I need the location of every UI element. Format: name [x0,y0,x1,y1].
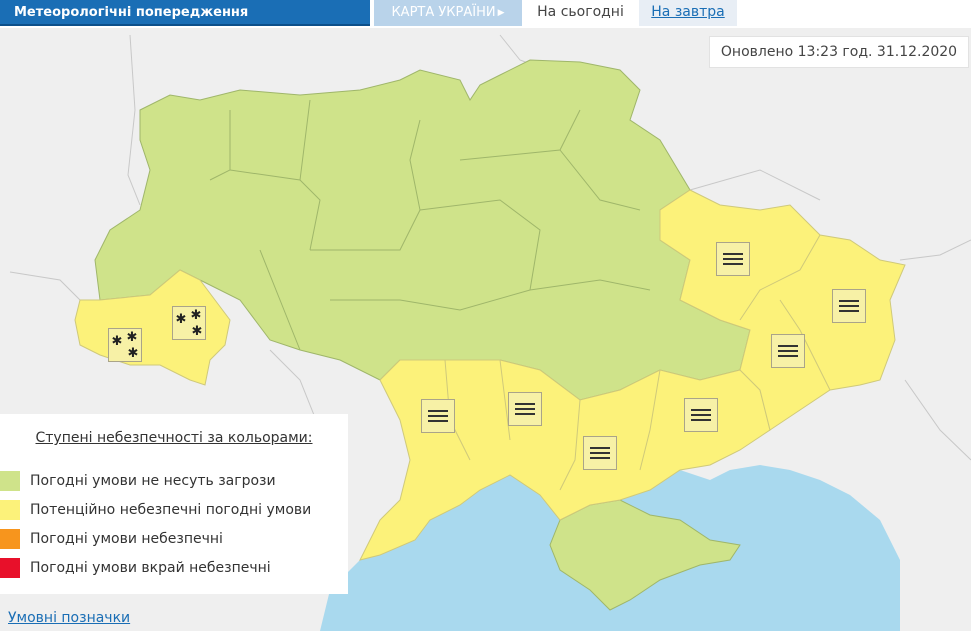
fog-warning-marker-mykolaiv[interactable] [508,392,542,426]
svg-text:✱: ✱ [112,334,123,349]
legend-panel: Ступені небезпечності за кольорами: Пого… [0,414,348,594]
fog-icon [839,300,859,312]
fog-icon [590,447,610,459]
tab-tomorrow[interactable]: На завтра [639,0,737,26]
fog-warning-marker-luhansk[interactable] [832,289,866,323]
fog-warning-marker-zaporizhzhia[interactable] [684,398,718,432]
legend-label: Погодні умови вкрай небезпечні [30,560,271,576]
svg-text:✱: ✱ [176,312,187,327]
svg-text:✱: ✱ [191,308,202,323]
fog-warning-marker-kharkiv[interactable] [716,242,750,276]
fog-icon [691,409,711,421]
page-title: Метеорологічні попередження [0,0,370,26]
fog-warning-marker-kherson[interactable] [583,436,617,470]
tab-today[interactable]: На сьогодні [524,0,637,26]
fog-icon [723,253,743,265]
fog-icon [428,410,448,422]
legend-swatch-yellow [0,500,20,520]
snow-warning-marker-zakarpattia[interactable]: ✱ ✱ ✱ [108,328,142,362]
legend-label: Потенційно небезпечні погодні умови [30,502,312,518]
triangle-right-icon: ▶ [497,8,505,18]
snow-icon: ✱ ✱✱ [112,330,139,361]
snow-icon: ✱ ✱✱ [176,308,203,339]
updated-timestamp: Оновлено 13:23 год. 31.12.2020 [709,36,969,68]
svg-text:✱: ✱ [192,324,203,339]
legend-swatch-green [0,471,20,491]
tab-ukraine-map-label: КАРТА УКРАЇНИ [391,5,496,20]
svg-text:✱: ✱ [127,330,138,345]
fog-icon [515,403,535,415]
legend-swatch-orange [0,529,20,549]
fog-warning-marker-donetsk[interactable] [771,334,805,368]
svg-text:✱: ✱ [128,346,139,361]
tab-ukraine-map[interactable]: КАРТА УКРАЇНИ ▶ [374,0,522,26]
legend-title: Ступені небезпечності за кольорами: [35,430,313,446]
fog-icon [778,345,798,357]
legend-swatch-red [0,558,20,578]
legend-label: Погодні умови не несуть загрози [30,473,276,489]
legend-label: Погодні умови небезпечні [30,531,223,547]
header-bar: Метеорологічні попередження КАРТА УКРАЇН… [0,0,971,28]
fog-warning-marker-odesa[interactable] [421,399,455,433]
symbols-legend-link[interactable]: Умовні позначки [8,610,130,626]
snow-warning-marker-ivano-frankivsk[interactable]: ✱ ✱ ✱ [172,306,206,340]
